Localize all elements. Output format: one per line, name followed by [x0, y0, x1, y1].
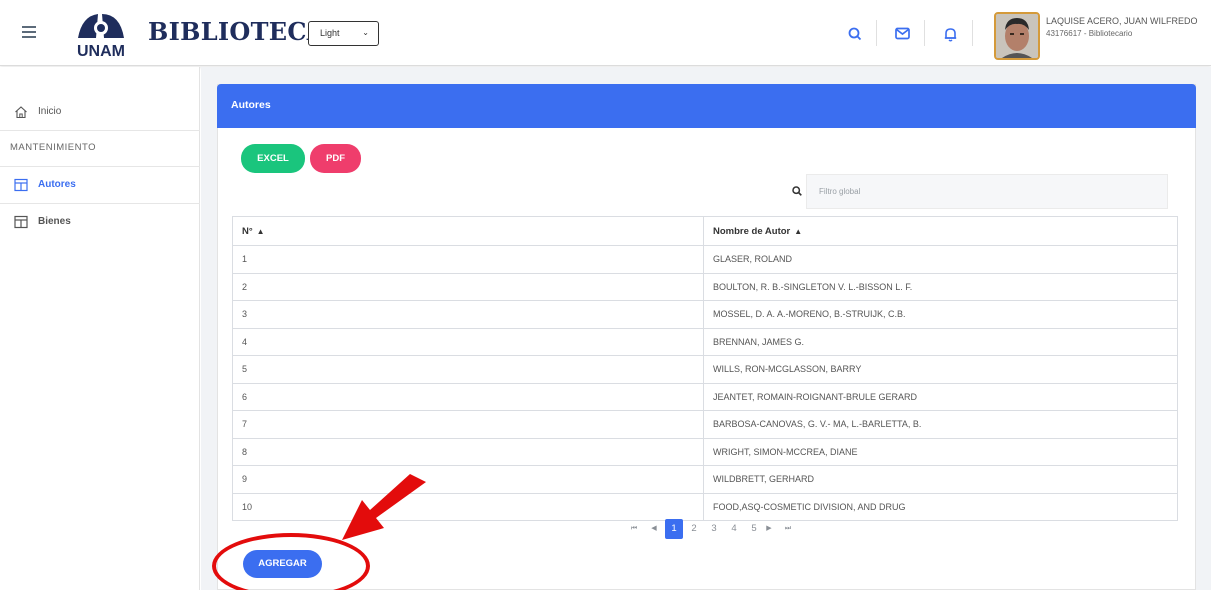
sidebar-item-inicio[interactable]: Inicio: [0, 93, 200, 131]
pointer-arrow-icon: [342, 474, 426, 540]
row-number: 7: [232, 410, 704, 439]
author-name: WRIGHT, SIMON-MCCREA, DIANE: [703, 437, 1178, 466]
search-icon: [792, 186, 802, 196]
svg-text:UNAM: UNAM: [77, 43, 125, 60]
last-page-icon[interactable]: ⏭︎: [779, 519, 797, 539]
row-number: 5: [232, 355, 704, 384]
table-row[interactable]: 3 MOSSEL, D. A. A.-MORENO, B.-STRUIJK, C.…: [232, 300, 1178, 329]
sidebar: Inicio MANTENIMIENTO Autores Bienes: [0, 67, 200, 590]
table-row[interactable]: 6 JEANTET, ROMAIN-ROIGNANT-BRULE GERARD: [232, 382, 1178, 411]
prev-page-icon[interactable]: ◀︎: [645, 519, 663, 539]
user-name: LAQUISE ACERO, JUAN WILFREDO: [1046, 16, 1198, 26]
table-row[interactable]: 1 GLASER, ROLAND: [232, 245, 1178, 274]
theme-select-value: Light: [320, 28, 340, 38]
row-number: 4: [232, 327, 704, 356]
author-name: BARBOSA-CANOVAS, G. V.- MA, L.-BARLETTA,…: [703, 410, 1178, 439]
sidebar-item-label: Bienes: [38, 216, 71, 227]
row-number: 10: [232, 492, 704, 521]
sidebar-item-label: Inicio: [38, 106, 62, 117]
theme-select[interactable]: Light ⌄: [308, 21, 379, 46]
author-name: WILDBRETT, GERHARD: [703, 465, 1178, 494]
bell-icon[interactable]: [944, 27, 957, 42]
row-number: 8: [232, 437, 704, 466]
column-header-author-name[interactable]: Nombre de Autor ▲︎: [703, 216, 1178, 246]
table-row[interactable]: 2 BOULTON, R. B.-SINGLETON V. L.-BISSON L…: [232, 272, 1178, 301]
chevron-down-icon: ⌄: [362, 28, 369, 37]
top-bar: UNAM BIBLIOTECA Light ⌄ LAQUISE ACERO, J…: [0, 0, 1211, 66]
author-name: JEANTET, ROMAIN-ROIGNANT-BRULE GERARD: [703, 382, 1178, 411]
table-row[interactable]: 5 WILLS, RON-MCGLASSON, BARRY: [232, 355, 1178, 384]
home-icon: [15, 106, 27, 119]
menu-icon[interactable]: [22, 26, 36, 38]
pdf-button[interactable]: PDF: [310, 144, 361, 173]
search-icon[interactable]: [848, 27, 862, 41]
sidebar-item-autores[interactable]: Autores: [0, 166, 200, 204]
column-header-label: Nombre de Autor: [713, 225, 791, 237]
row-number: 2: [232, 272, 704, 301]
column-header-label: N°: [242, 225, 253, 237]
page-button[interactable]: 4: [725, 519, 743, 539]
unam-logo: UNAM: [77, 14, 125, 60]
table-icon: [14, 215, 28, 229]
card-title: Autores: [231, 99, 271, 111]
next-page-icon[interactable]: ▶︎: [760, 519, 778, 539]
first-page-icon[interactable]: ⏮︎: [625, 519, 643, 539]
sidebar-item-bienes[interactable]: Bienes: [0, 203, 200, 241]
sort-icon[interactable]: ▲︎: [794, 227, 802, 236]
divider: [924, 20, 925, 46]
author-name: BOULTON, R. B.-SINGLETON V. L.-BISSON L.…: [703, 272, 1178, 301]
table-header-row: N° ▲︎ Nombre de Autor ▲︎: [232, 216, 1178, 246]
mail-icon[interactable]: [895, 27, 910, 40]
column-header-number[interactable]: N° ▲︎: [232, 216, 704, 246]
divider: [876, 20, 877, 46]
author-name: BRENNAN, JAMES G.: [703, 327, 1178, 356]
author-name: WILLS, RON-MCGLASSON, BARRY: [703, 355, 1178, 384]
card-header: Autores: [217, 84, 1196, 128]
sidebar-section-title: MANTENIMIENTO: [10, 142, 97, 153]
user-photo: [996, 14, 1038, 58]
sidebar-item-label: Autores: [38, 179, 76, 190]
excel-button[interactable]: EXCEL: [241, 144, 305, 173]
user-role: 43176617 - Bibliotecario: [1046, 29, 1133, 38]
avatar[interactable]: [994, 12, 1040, 60]
row-number: 3: [232, 300, 704, 329]
app-title: BIBLIOTECA: [148, 17, 310, 46]
table-icon: [14, 178, 28, 192]
table-row[interactable]: 7 BARBOSA-CANOVAS, G. V.- MA, L.-BARLETTA…: [232, 410, 1178, 439]
table-row[interactable]: 8 WRIGHT, SIMON-MCCREA, DIANE: [232, 437, 1178, 466]
sort-icon[interactable]: ▲︎: [257, 227, 265, 236]
author-name: MOSSEL, D. A. A.-MORENO, B.-STRUIJK, C.B…: [703, 300, 1178, 329]
global-filter-input[interactable]: [806, 174, 1168, 209]
row-number: 6: [232, 382, 704, 411]
row-number: 9: [232, 465, 704, 494]
page-button[interactable]: 3: [705, 519, 723, 539]
page-button[interactable]: 2: [685, 519, 703, 539]
table-row[interactable]: 4 BRENNAN, JAMES G.: [232, 327, 1178, 356]
author-name: FOOD,ASQ-COSMETIC DIVISION, AND DRUG: [703, 492, 1178, 521]
author-name: GLASER, ROLAND: [703, 245, 1178, 274]
row-number: 1: [232, 245, 704, 274]
page-button[interactable]: 1: [665, 519, 683, 539]
divider: [972, 20, 973, 46]
